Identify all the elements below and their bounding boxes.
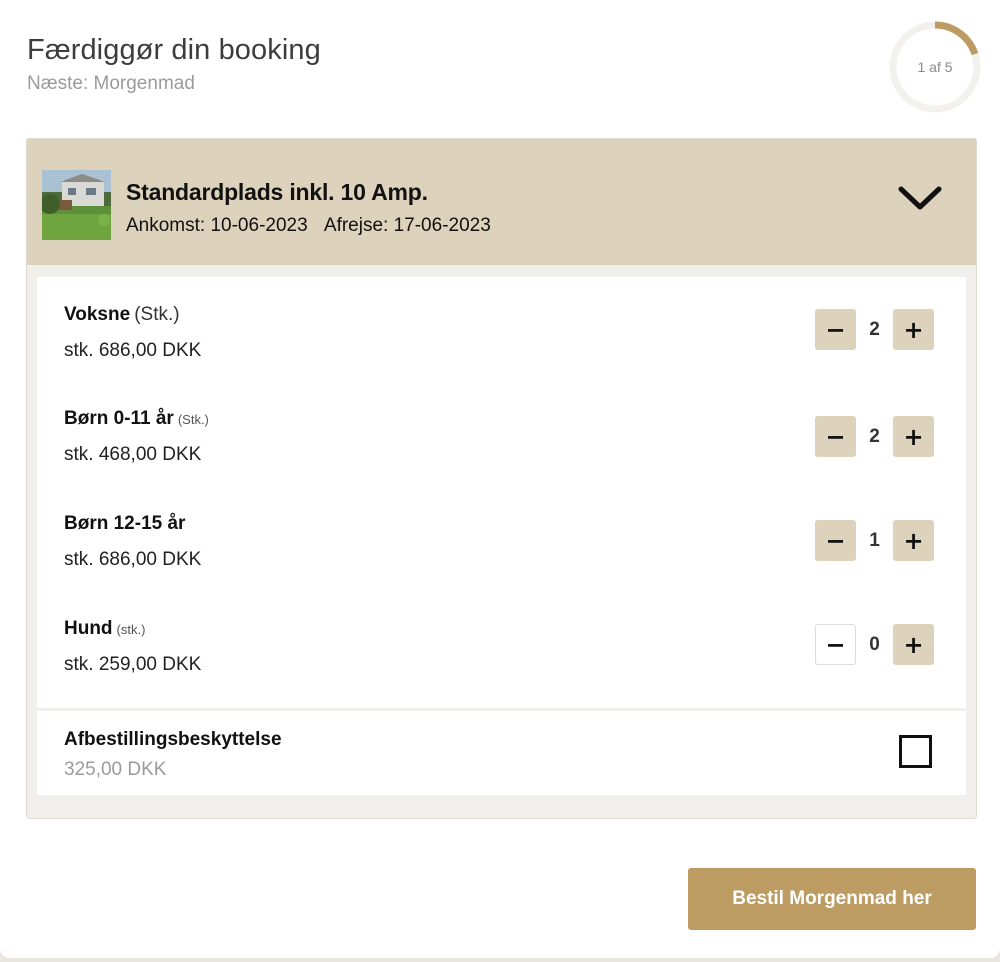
quantity-stepper: − 1 + <box>815 520 937 562</box>
item-name: Voksne <box>64 304 131 325</box>
quantity-stepper: − 2 + <box>815 309 937 351</box>
quantity-value: 2 <box>869 318 880 340</box>
campsite-thumbnail <box>42 170 111 240</box>
quantity-value: 2 <box>869 425 880 447</box>
quantity-value: 0 <box>869 633 880 655</box>
item-name: Børn 0-11 år <box>64 408 174 429</box>
list-item: Hund (stk.) stk. 259,00 DKK <box>64 618 201 676</box>
cancellation-insurance: Afbestillingsbeskyttelse 325,00 DKK <box>37 711 966 795</box>
item-price: stk. 686,00 DKK <box>64 340 202 361</box>
page-header: Færdiggør din booking Næste: Morgenmad <box>27 34 321 95</box>
booking-page: Færdiggør din booking Næste: Morgenmad 1… <box>0 0 1000 958</box>
insurance-title: Afbestillingsbeskyttelse <box>64 729 282 750</box>
decrease-button[interactable]: − <box>815 309 856 350</box>
order-breakfast-button[interactable]: Bestil Morgenmad her <box>688 868 976 930</box>
increase-button[interactable]: + <box>893 309 934 350</box>
item-price: stk. 468,00 DKK <box>64 444 202 465</box>
insurance-price: 325,00 DKK <box>64 759 167 780</box>
booking-card: Standardplads inkl. 10 Amp. Ankomst: 10-… <box>26 138 977 819</box>
item-unit: (Stk.) <box>134 304 180 325</box>
item-price: stk. 686,00 DKK <box>64 549 202 570</box>
decrease-button[interactable]: − <box>815 520 856 561</box>
quantity-stepper: − 0 + <box>815 624 937 666</box>
site-name: Standardplads inkl. 10 Amp. <box>126 179 428 205</box>
campsite-photo-icon <box>42 170 111 240</box>
departure-date: Afrejse: 17-06-2023 <box>323 215 491 236</box>
decrease-button[interactable]: − <box>815 416 856 457</box>
stay-dates: Ankomst: 10-06-2023 Afrejse: 17-06-2023 <box>126 215 503 237</box>
chevron-down-icon[interactable] <box>897 181 943 215</box>
increase-button[interactable]: + <box>893 520 934 561</box>
step-progress-ring: 1 af 5 <box>889 21 981 113</box>
quantity-value: 1 <box>869 529 880 551</box>
next-step-label: Næste: Morgenmad <box>27 73 195 94</box>
progress-label: 1 af 5 <box>917 59 953 75</box>
increase-button[interactable]: + <box>893 416 934 457</box>
list-item: Børn 12-15 år stk. 686,00 DKK <box>64 513 201 571</box>
increase-button[interactable]: + <box>893 624 934 665</box>
decrease-button[interactable]: − <box>815 624 856 665</box>
list-item: Børn 0-11 år (Stk.) stk. 468,00 DKK <box>64 408 209 466</box>
item-name: Hund <box>64 618 113 639</box>
item-price: stk. 259,00 DKK <box>64 654 202 675</box>
quantity-stepper: − 2 + <box>815 416 937 458</box>
page-title: Færdiggør din booking <box>27 34 321 66</box>
list-item: Voksne (Stk.) stk. 686,00 DKK <box>64 304 201 362</box>
item-unit: (stk.) <box>116 622 146 637</box>
insurance-checkbox[interactable] <box>899 735 932 768</box>
item-unit: (Stk.) <box>177 412 209 427</box>
item-name: Børn 12-15 år <box>64 513 186 534</box>
arrival-date: Ankomst: 10-06-2023 <box>126 215 308 236</box>
guest-quantities: Voksne (Stk.) stk. 686,00 DKK − 2 + Børn … <box>37 277 966 709</box>
booking-summary[interactable]: Standardplads inkl. 10 Amp. Ankomst: 10-… <box>27 139 976 265</box>
